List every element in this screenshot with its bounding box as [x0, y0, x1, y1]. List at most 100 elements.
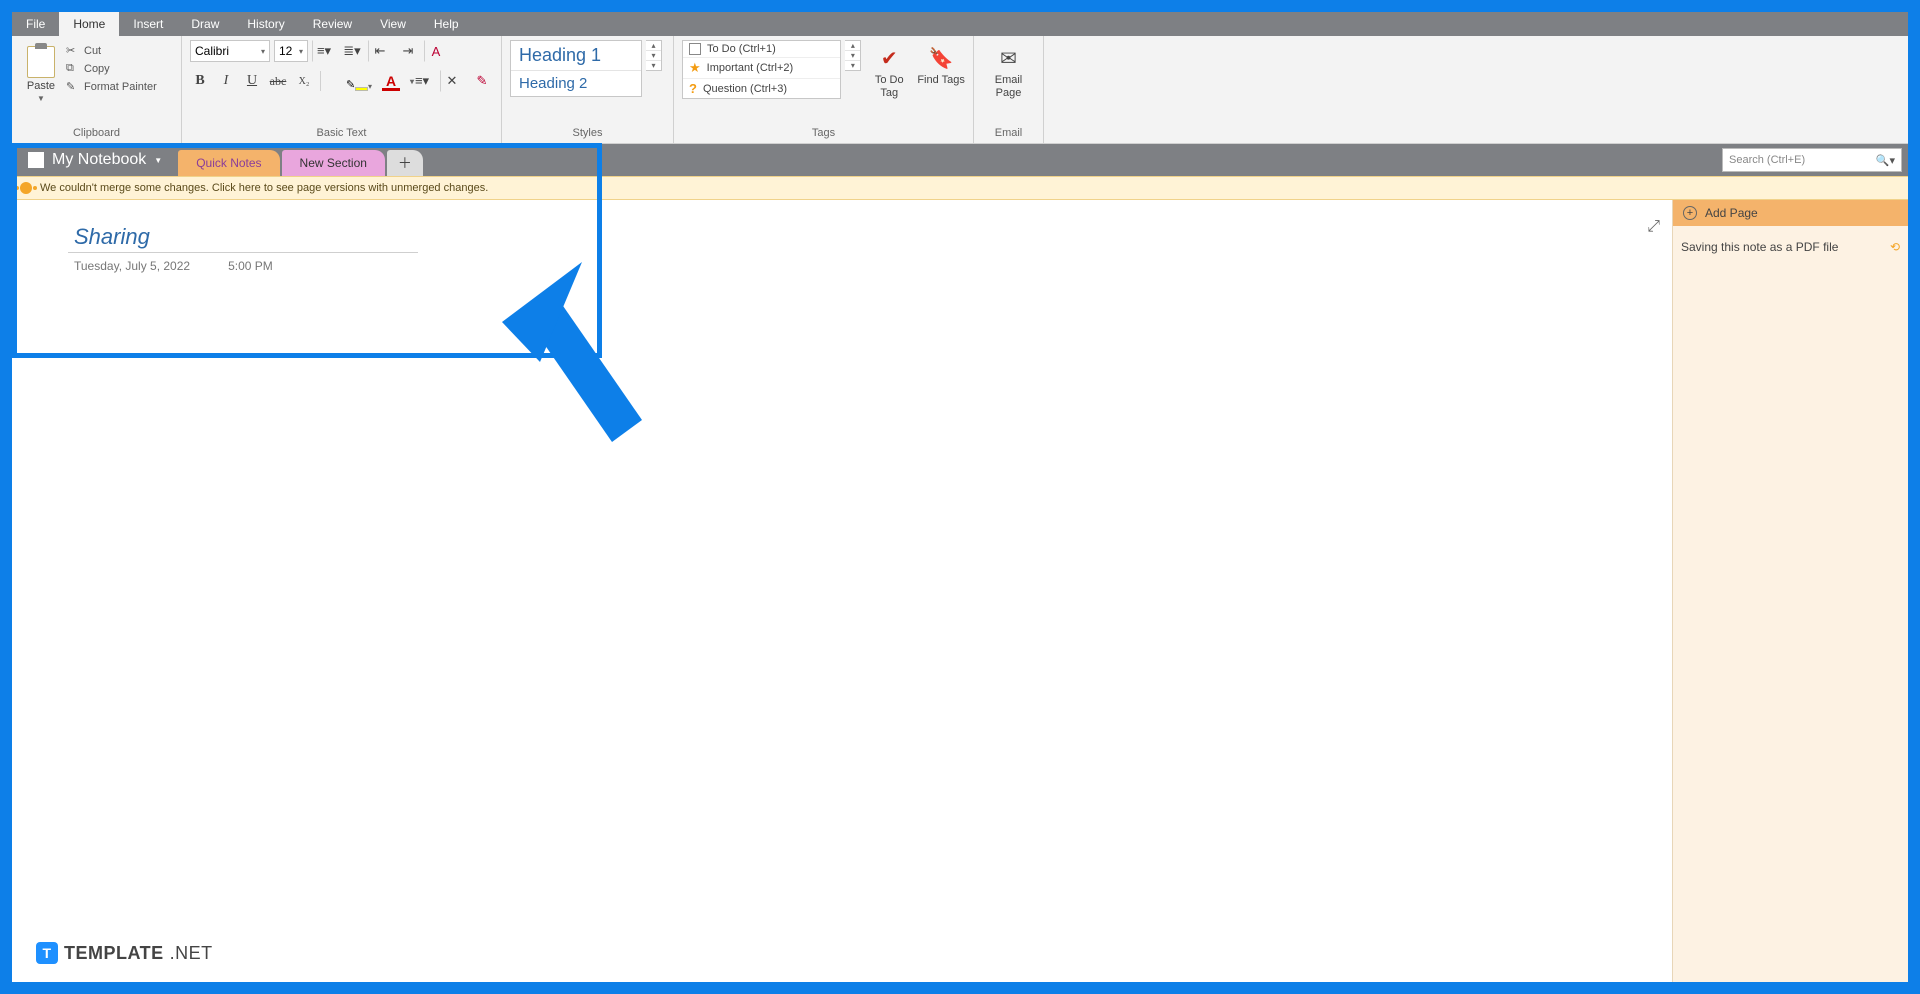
chevron-up-icon[interactable]: ▴ [845, 41, 860, 51]
group-tags-label: Tags [682, 125, 965, 143]
tag-search-icon: 🔖 [928, 46, 954, 72]
add-section-button[interactable]: ＋ [387, 150, 423, 176]
sync-conflict-icon: ⟲ [1890, 240, 1900, 254]
page-time: 5:00 PM [228, 259, 273, 273]
font-size-select[interactable]: 12 ▾ [274, 40, 308, 62]
page-canvas[interactable]: Sharing Tuesday, July 5, 2022 5:00 PM ⤢ … [12, 200, 1908, 982]
tag-todo-label: To Do (Ctrl+1) [707, 43, 776, 55]
fullscreen-icon[interactable]: ⤢ [1647, 218, 1660, 236]
todo-tag-label: To Do Tag [865, 74, 913, 100]
highlight-button[interactable]: ✎▾ [346, 71, 372, 91]
menu-draw[interactable]: Draw [177, 12, 233, 36]
tag-important-label: Important (Ctrl+2) [707, 62, 794, 74]
style-heading1[interactable]: Heading 1 [511, 41, 641, 71]
copy-label: Copy [84, 63, 110, 75]
chevron-up-icon[interactable]: ▴ [646, 41, 661, 51]
ribbon: Paste ▼ ✂ Cut ⧉ Copy ✎ Format Painter [12, 36, 1908, 144]
check-icon: ✔ [876, 46, 902, 72]
merge-conflict-icon [20, 182, 32, 194]
bullets-button[interactable]: ≡▾ [312, 40, 336, 62]
menu-view[interactable]: View [366, 12, 420, 36]
chevron-down-icon: ▼ [154, 156, 162, 165]
tab-new-section[interactable]: New Section [282, 150, 385, 176]
subscript-button[interactable]: X₂ [294, 71, 314, 91]
search-input[interactable]: Search (Ctrl+E) 🔍▾ [1722, 148, 1902, 172]
menu-review[interactable]: Review [299, 12, 366, 36]
format-brush-button[interactable]: ✎ [470, 70, 494, 92]
font-color-button[interactable]: A▾ [378, 71, 404, 91]
chevron-down-icon[interactable]: ▾ [845, 51, 860, 61]
add-page-button[interactable]: + Add Page [1673, 200, 1908, 226]
menu-bar: File Home Insert Draw History Review Vie… [12, 12, 1908, 36]
todo-tag-button[interactable]: ✔ To Do Tag [865, 40, 913, 100]
chevron-down-icon: ▾ [410, 77, 414, 86]
chevron-down-icon: ▼ [37, 94, 45, 103]
format-painter-button[interactable]: ✎ Format Painter [66, 80, 157, 94]
notebook-name: My Notebook [52, 151, 146, 169]
font-select[interactable]: Calibri ▾ [190, 40, 270, 62]
bold-button[interactable]: B [190, 71, 210, 91]
page-list-item[interactable]: Saving this note as a PDF file ⟲ [1673, 236, 1908, 258]
paste-label: Paste [27, 80, 55, 92]
indent-button[interactable]: ⇥ [396, 40, 420, 62]
chevron-down-icon: ▾ [368, 82, 372, 91]
format-painter-label: Format Painter [84, 81, 157, 93]
notebook-picker[interactable]: My Notebook ▼ [12, 144, 178, 176]
email-page-button[interactable]: ✉ Email Page [985, 40, 1033, 100]
menu-help[interactable]: Help [420, 12, 473, 36]
page-list-item-label: Saving this note as a PDF file [1681, 240, 1838, 254]
page-date: Tuesday, July 5, 2022 [74, 259, 190, 273]
more-icon[interactable]: ▾ [646, 61, 661, 70]
menu-insert[interactable]: Insert [119, 12, 177, 36]
clear-format-button[interactable]: A [424, 40, 448, 62]
group-email-label: Email [982, 125, 1035, 143]
page-header: Sharing Tuesday, July 5, 2022 5:00 PM [68, 224, 418, 273]
tags-gallery[interactable]: To Do (Ctrl+1) ★Important (Ctrl+2) ?Ques… [682, 40, 841, 99]
styles-scroll[interactable]: ▴ ▾ ▾ [646, 40, 662, 71]
more-icon[interactable]: ▾ [845, 61, 860, 70]
italic-button[interactable]: I [216, 71, 236, 91]
underline-button[interactable]: U [242, 71, 262, 91]
pen-icon: ✎ [346, 78, 355, 91]
style-heading2[interactable]: Heading 2 [511, 71, 641, 96]
strike-button[interactable]: abc [268, 71, 288, 91]
styles-gallery[interactable]: Heading 1 Heading 2 [510, 40, 642, 97]
menu-file[interactable]: File [12, 12, 59, 36]
tab-quick-notes[interactable]: Quick Notes [178, 150, 279, 176]
menu-home[interactable]: Home [59, 12, 119, 36]
numbering-button[interactable]: ≣▾ [340, 40, 364, 62]
watermark-logo-icon: T [36, 942, 58, 964]
watermark-brand: TEMPLATE [64, 943, 164, 964]
email-page-label: Email Page [985, 74, 1033, 100]
checkbox-icon [689, 43, 701, 55]
chevron-down-icon[interactable]: ▾ [646, 51, 661, 61]
tags-scroll[interactable]: ▴ ▾ ▾ [845, 40, 861, 71]
merge-warning-bar[interactable]: We couldn't merge some changes. Click he… [12, 176, 1908, 200]
paintbrush-icon: ✎ [66, 80, 80, 94]
tag-question[interactable]: ?Question (Ctrl+3) [683, 79, 840, 98]
menu-history[interactable]: History [233, 12, 298, 36]
find-tags-label: Find Tags [917, 74, 965, 87]
cut-button[interactable]: ✂ Cut [66, 44, 157, 58]
cut-label: Cut [84, 45, 101, 57]
notebook-bar: My Notebook ▼ Quick Notes New Section ＋ … [12, 144, 1908, 176]
delete-button[interactable]: ✕ [440, 70, 464, 92]
tag-important[interactable]: ★Important (Ctrl+2) [683, 58, 840, 79]
paste-button[interactable]: Paste ▼ [20, 40, 62, 103]
question-icon: ? [689, 81, 697, 96]
font-size-value: 12 [279, 44, 292, 58]
font-value: Calibri [195, 44, 229, 58]
paste-icon [27, 46, 55, 78]
group-styles-label: Styles [510, 125, 665, 143]
page-title-input[interactable]: Sharing [68, 224, 418, 253]
group-clipboard: Paste ▼ ✂ Cut ⧉ Copy ✎ Format Painter [12, 36, 182, 143]
find-tags-button[interactable]: 🔖 Find Tags [917, 40, 965, 87]
book-icon [28, 152, 44, 168]
chevron-down-icon: ▾ [261, 47, 265, 56]
search-placeholder: Search (Ctrl+E) [1729, 154, 1805, 166]
group-basic-text: Calibri ▾ 12 ▾ ≡▾ ≣▾ ⇤ ⇥ A B I U [182, 36, 502, 143]
copy-button[interactable]: ⧉ Copy [66, 62, 157, 76]
outdent-button[interactable]: ⇤ [368, 40, 392, 62]
tag-todo[interactable]: To Do (Ctrl+1) [683, 41, 840, 58]
search-icon: 🔍▾ [1876, 154, 1895, 167]
